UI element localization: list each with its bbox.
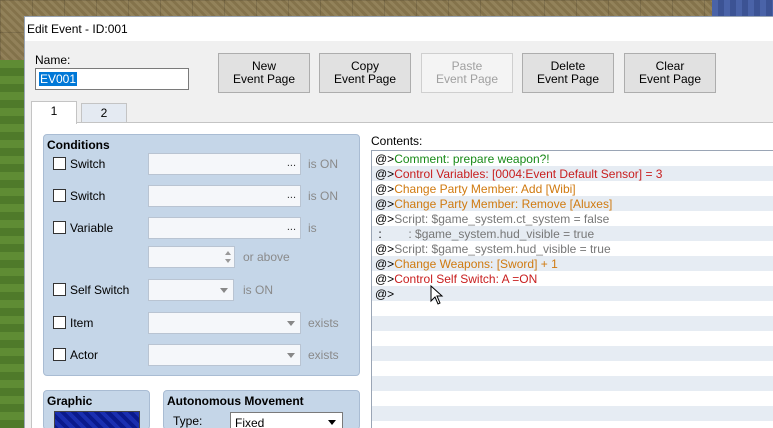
command-prefix: @> [375, 242, 395, 256]
clear-event-page-button[interactable]: Clear Event Page [624, 53, 716, 93]
command-prefix: @> [375, 257, 395, 271]
item-select[interactable] [148, 312, 301, 334]
chevron-down-icon [328, 420, 336, 425]
condition-variable-value: or above [53, 246, 353, 268]
spinner-down-icon[interactable] [225, 259, 231, 263]
command-line[interactable]: @>Change Party Member: Add [Wibi] [372, 182, 773, 197]
switch-2-label: Switch [70, 189, 106, 203]
event-name-value: EV001 [39, 72, 78, 86]
chevron-down-icon [287, 353, 295, 358]
conditions-panel: Conditions Switch ... is ON Switch ... i… [43, 134, 360, 376]
movement-type-select[interactable]: Fixed [230, 412, 343, 428]
command-text: Control Self Switch: A =ON [394, 272, 538, 286]
switch-2-browse-icon[interactable]: ... [287, 189, 296, 201]
actor-checkbox[interactable] [53, 348, 66, 361]
name-label: Name: [35, 53, 71, 67]
tab-page-1[interactable]: 1 [31, 101, 77, 124]
tab-page-2[interactable]: 2 [81, 103, 127, 123]
switch-2-checkbox[interactable] [53, 189, 66, 202]
command-prefix: @> [375, 167, 395, 181]
command-text: Change Weapons: [Sword] + 1 [394, 257, 558, 271]
command-prefix: : [375, 227, 386, 241]
command-line[interactable]: : : $game_system.hud_visible = true [372, 227, 773, 242]
mouse-cursor-icon [430, 285, 444, 305]
self-switch-checkbox[interactable] [53, 283, 66, 296]
switch-1-field[interactable]: ... [148, 153, 301, 175]
condition-switch-2: Switch ... is ON [53, 185, 353, 207]
variable-checkbox[interactable] [53, 221, 66, 234]
command-line[interactable]: @>Change Party Member: Remove [Aluxes] [372, 197, 773, 212]
new-event-page-button[interactable]: New Event Page [218, 53, 310, 93]
command-line[interactable]: @>Script: $game_system.ct_system = false [372, 212, 773, 227]
event-name-input[interactable]: EV001 [35, 68, 189, 90]
variable-suffix: is [308, 221, 317, 235]
condition-actor: Actor exists [53, 344, 353, 366]
dialog-title: Edit Event - ID:001 [25, 17, 773, 41]
autonomous-movement-panel: Autonomous Movement Type: Fixed [163, 390, 360, 428]
graphic-panel: Graphic [43, 390, 150, 428]
switch-2-suffix: is ON [308, 189, 338, 203]
command-prefix: @> [375, 272, 395, 286]
switch-1-checkbox[interactable] [53, 157, 66, 170]
tab-page-body: Conditions Switch ... is ON Switch ... i… [31, 122, 773, 428]
item-suffix: exists [308, 316, 339, 330]
condition-variable: Variable ... is [53, 217, 353, 239]
chevron-down-icon [287, 321, 295, 326]
command-prefix: @> [375, 197, 395, 211]
actor-label: Actor [70, 348, 99, 362]
variable-field[interactable]: ... [148, 217, 301, 239]
actor-suffix: exists [308, 348, 339, 362]
command-text: Change Party Member: Add [Wibi] [394, 182, 576, 196]
variable-browse-icon[interactable]: ... [287, 221, 296, 233]
switch-1-suffix: is ON [308, 157, 338, 171]
condition-self-switch: Self Switch is ON [53, 279, 353, 301]
condition-switch-1: Switch ... is ON [53, 153, 353, 175]
command-text: Script: $game_system.hud_visible = true [394, 242, 611, 256]
switch-1-label: Switch [70, 157, 106, 171]
command-line[interactable]: @>Control Variables: [0004:Event Default… [372, 167, 773, 182]
conditions-title: Conditions [47, 138, 110, 152]
delete-event-page-button[interactable]: Delete Event Page [522, 53, 614, 93]
command-line[interactable]: @>Comment: prepare weapon?! [372, 152, 773, 167]
or-above-label: or above [243, 250, 290, 264]
map-water-tiles [712, 0, 773, 16]
command-line[interactable]: @>Change Weapons: [Sword] + 1 [372, 257, 773, 272]
movement-type-value: Fixed [235, 416, 265, 428]
command-line[interactable]: @>Script: $game_system.hud_visible = tru… [372, 242, 773, 257]
variable-label: Variable [70, 221, 114, 235]
command-text: Control Variables: [0004:Event Default S… [394, 167, 663, 181]
graphic-title: Graphic [47, 394, 93, 408]
command-text: Change Party Member: Remove [Aluxes] [394, 197, 613, 211]
copy-event-page-button[interactable]: Copy Event Page [319, 53, 411, 93]
self-switch-label: Self Switch [70, 283, 130, 297]
variable-value-spinner[interactable] [148, 246, 235, 268]
command-prefix: @> [375, 212, 395, 226]
event-graphic-preview[interactable] [54, 411, 140, 428]
self-switch-select[interactable] [148, 279, 234, 301]
chevron-down-icon [220, 288, 228, 293]
item-label: Item [70, 316, 94, 330]
autonomous-movement-title: Autonomous Movement [167, 394, 304, 408]
edit-event-dialog: Edit Event - ID:001 Name: EV001 New Even… [24, 16, 773, 428]
map-grass-tiles [0, 60, 24, 428]
spinner-up-icon[interactable] [225, 251, 231, 255]
item-checkbox[interactable] [53, 316, 66, 329]
paste-event-page-button[interactable]: Paste Event Page [421, 53, 513, 93]
command-text: Script: $game_system.ct_system = false [394, 212, 610, 226]
contents-label: Contents: [371, 134, 423, 148]
command-prefix: @> [375, 152, 395, 166]
self-switch-suffix: is ON [243, 283, 273, 297]
command-prefix: @> [375, 182, 395, 196]
switch-2-field[interactable]: ... [148, 185, 301, 207]
actor-select[interactable] [148, 344, 301, 366]
condition-item: Item exists [53, 312, 353, 334]
command-text: Comment: prepare weapon?! [394, 152, 550, 166]
command-prefix: @> [375, 287, 395, 301]
command-lines: @>Comment: prepare weapon?! @>Control Var… [372, 151, 773, 302]
switch-1-browse-icon[interactable]: ... [287, 157, 296, 169]
type-label: Type: [173, 414, 203, 428]
command-text: : $game_system.hud_visible = true [385, 227, 595, 241]
